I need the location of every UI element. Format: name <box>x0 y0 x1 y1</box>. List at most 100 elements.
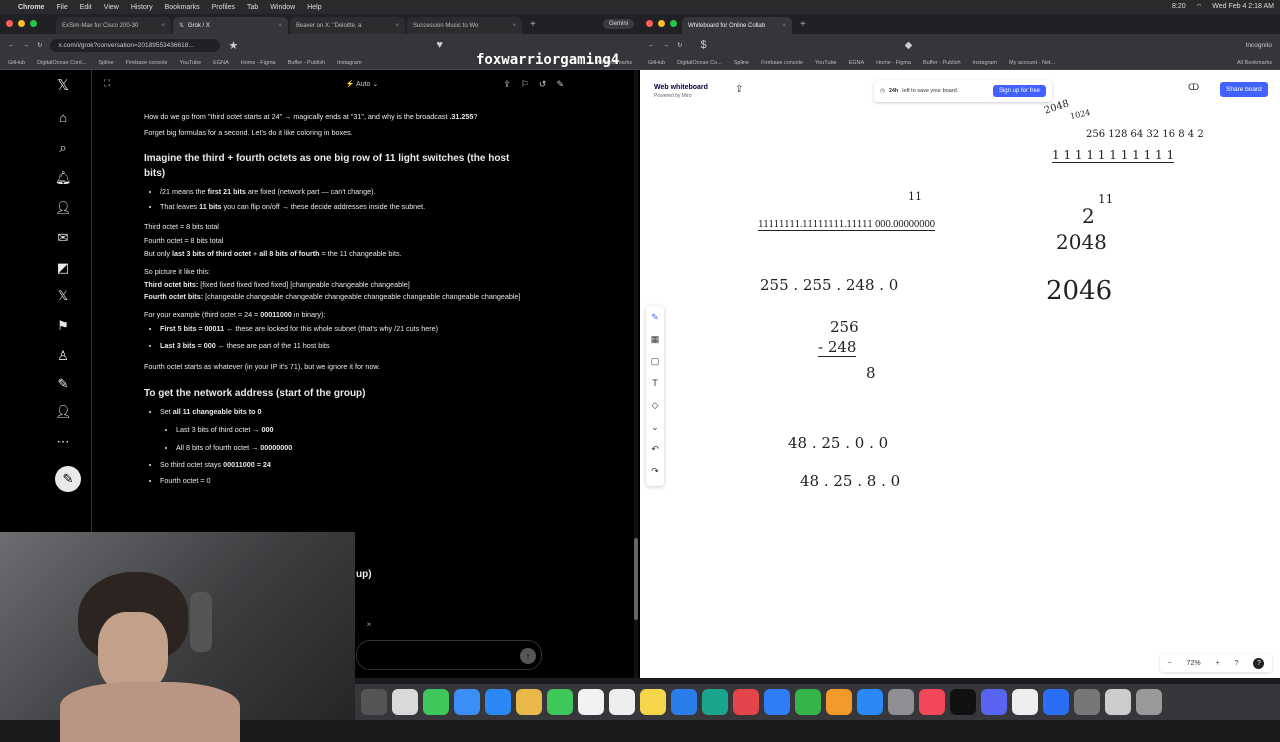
bookmark-github[interactable]: GitHub <box>648 60 665 66</box>
zoom-out-icon[interactable]: − <box>1167 660 1171 667</box>
back-icon[interactable]: ← <box>648 42 655 49</box>
minimize-window-icon[interactable] <box>658 20 665 27</box>
bookmark-firebase[interactable]: Firebase console <box>126 60 168 66</box>
photos-icon[interactable] <box>516 689 542 715</box>
reload-icon[interactable]: ↻ <box>37 41 42 49</box>
close-tab-icon[interactable]: × <box>395 23 399 29</box>
collaborators-icon[interactable]: ↀ <box>1188 82 1218 100</box>
menu-help[interactable]: Help <box>307 4 321 11</box>
tab-succession[interactable]: Succession Music to Wo × <box>407 17 522 34</box>
bookmark-egna[interactable]: EGNA <box>213 60 229 66</box>
export-icon[interactable]: ⇪ <box>735 84 743 95</box>
appstore-icon[interactable] <box>485 689 511 715</box>
menu-tab[interactable]: Tab <box>247 4 258 11</box>
notifications-icon[interactable]: 🔔︎ <box>55 170 72 186</box>
x-logo-icon[interactable]: 𝕏 <box>55 78 71 94</box>
all-bookmarks[interactable]: All Bookmarks <box>1237 60 1272 66</box>
app-icon-3[interactable] <box>1012 689 1038 715</box>
news-icon[interactable] <box>733 689 759 715</box>
bookmark-spline[interactable]: Spline <box>734 60 749 66</box>
communities-icon[interactable]: ✎ <box>55 376 71 392</box>
close-window-icon[interactable] <box>646 20 653 27</box>
messages-app-icon[interactable] <box>423 689 449 715</box>
zoom-in-icon[interactable]: + <box>1216 660 1220 667</box>
maximize-window-icon[interactable] <box>670 20 677 27</box>
facetime-icon[interactable] <box>547 689 573 715</box>
document-icon[interactable] <box>1105 689 1131 715</box>
menu-profiles[interactable]: Profiles <box>212 4 235 11</box>
tab-whiteboard[interactable]: Whiteboard for Online Collab × <box>682 17 792 34</box>
app-icon-4[interactable] <box>1043 689 1069 715</box>
bookmark-digitalocean[interactable]: DigitalOcean Cont... <box>37 60 86 66</box>
wifi-icon[interactable]: ⌔ <box>1196 3 1203 12</box>
share-board-button[interactable]: Share board <box>1220 82 1268 97</box>
history-icon[interactable]: ↺ <box>539 79 547 90</box>
more-tools-icon[interactable]: ⌄ <box>646 416 664 438</box>
bookmark-spline[interactable]: Spline <box>98 60 113 66</box>
music-icon[interactable] <box>919 689 945 715</box>
expand-icon[interactable]: ⛶ <box>104 78 110 89</box>
jobs-icon[interactable]: ♙ <box>55 348 71 364</box>
appletv-icon[interactable] <box>950 689 976 715</box>
chat-input[interactable] <box>356 640 542 670</box>
bookmark-egna[interactable]: EGNA <box>849 60 865 66</box>
minimize-window-icon[interactable] <box>18 20 25 27</box>
grok-icon[interactable]: ◩ <box>55 260 71 276</box>
discord-icon[interactable] <box>981 689 1007 715</box>
menubar-clock[interactable]: Wed Feb 4 2:18 AM <box>1212 3 1274 12</box>
send-icon[interactable]: ↑ <box>520 648 536 664</box>
bookmark-firebase[interactable]: Firebase console <box>761 60 803 66</box>
app-icon-2[interactable] <box>702 689 728 715</box>
menu-history[interactable]: History <box>131 4 153 11</box>
tab-beaver[interactable]: Beaver on X: "Deloitte, a × <box>290 17 405 34</box>
close-tab-icon[interactable]: × <box>512 23 516 29</box>
finder-icon[interactable] <box>361 689 387 715</box>
maximize-window-icon[interactable] <box>30 20 37 27</box>
bookmark-youtube[interactable]: YouTube <box>180 60 202 66</box>
new-tab-button[interactable]: + <box>524 19 542 30</box>
gemini-button[interactable]: Gemini <box>602 19 634 29</box>
home-icon[interactable]: ⌂ <box>55 110 71 126</box>
app-icon[interactable] <box>392 689 418 715</box>
pen-icon[interactable]: ✎ <box>646 306 664 328</box>
question-icon[interactable]: ? <box>1253 657 1265 669</box>
reminders-icon[interactable] <box>609 689 635 715</box>
back-icon[interactable]: ← <box>8 42 15 49</box>
chat-scrollbar[interactable] <box>634 70 638 678</box>
trash-icon[interactable] <box>1136 689 1162 715</box>
scrollbar-thumb[interactable] <box>634 538 638 620</box>
bookmark-instagram[interactable]: Instagram <box>973 60 997 66</box>
menu-view[interactable]: View <box>104 4 119 11</box>
calculator-icon[interactable] <box>1074 689 1100 715</box>
close-tab-icon[interactable]: × <box>161 23 165 29</box>
new-chat-icon[interactable]: ✎ <box>556 79 564 90</box>
compose-button[interactable]: ✎ <box>55 466 81 492</box>
menu-app-name[interactable]: Chrome <box>18 4 44 11</box>
tab-exsim[interactable]: ExSim-Max for Cisco 200-30 × <box>56 17 171 34</box>
search-icon[interactable]: ⌕ <box>55 140 71 156</box>
forward-icon[interactable]: → <box>663 42 670 49</box>
numbers-icon[interactable] <box>795 689 821 715</box>
mail-app-icon[interactable] <box>454 689 480 715</box>
bookmark-figma[interactable]: Home - Figma <box>241 60 276 66</box>
notes-icon[interactable] <box>640 689 666 715</box>
forward-icon[interactable]: → <box>23 42 30 49</box>
new-tab-button[interactable]: + <box>794 19 812 30</box>
star-icon[interactable]: ★ <box>228 39 238 52</box>
frame-icon[interactable]: ▦ <box>646 328 664 350</box>
profile-icon[interactable]: 👤︎ <box>55 404 72 420</box>
more-icon[interactable]: ⋯ <box>55 434 71 450</box>
mode-selector[interactable]: ⚡ Auto ⌄ <box>346 80 379 88</box>
bookmark-youtube[interactable]: YouTube <box>815 60 837 66</box>
bookmark-icon[interactable]: ⚐ <box>521 79 529 90</box>
bookmark-digitalocean[interactable]: DigitalOcean Co... <box>677 60 722 66</box>
calendar-icon[interactable] <box>578 689 604 715</box>
close-tab-icon[interactable]: × <box>782 23 786 29</box>
battery-time[interactable]: 8:20 <box>1172 3 1186 12</box>
redo-icon[interactable]: ↷ <box>646 460 664 482</box>
x-premium-icon[interactable]: 𝕏 <box>55 288 71 304</box>
close-icon[interactable]: × <box>362 618 376 632</box>
bookmark-buffer[interactable]: Buffer - Publish <box>288 60 326 66</box>
shapes-icon[interactable]: ◇ <box>646 394 664 416</box>
bookmark-figma[interactable]: Home - Figma <box>876 60 911 66</box>
